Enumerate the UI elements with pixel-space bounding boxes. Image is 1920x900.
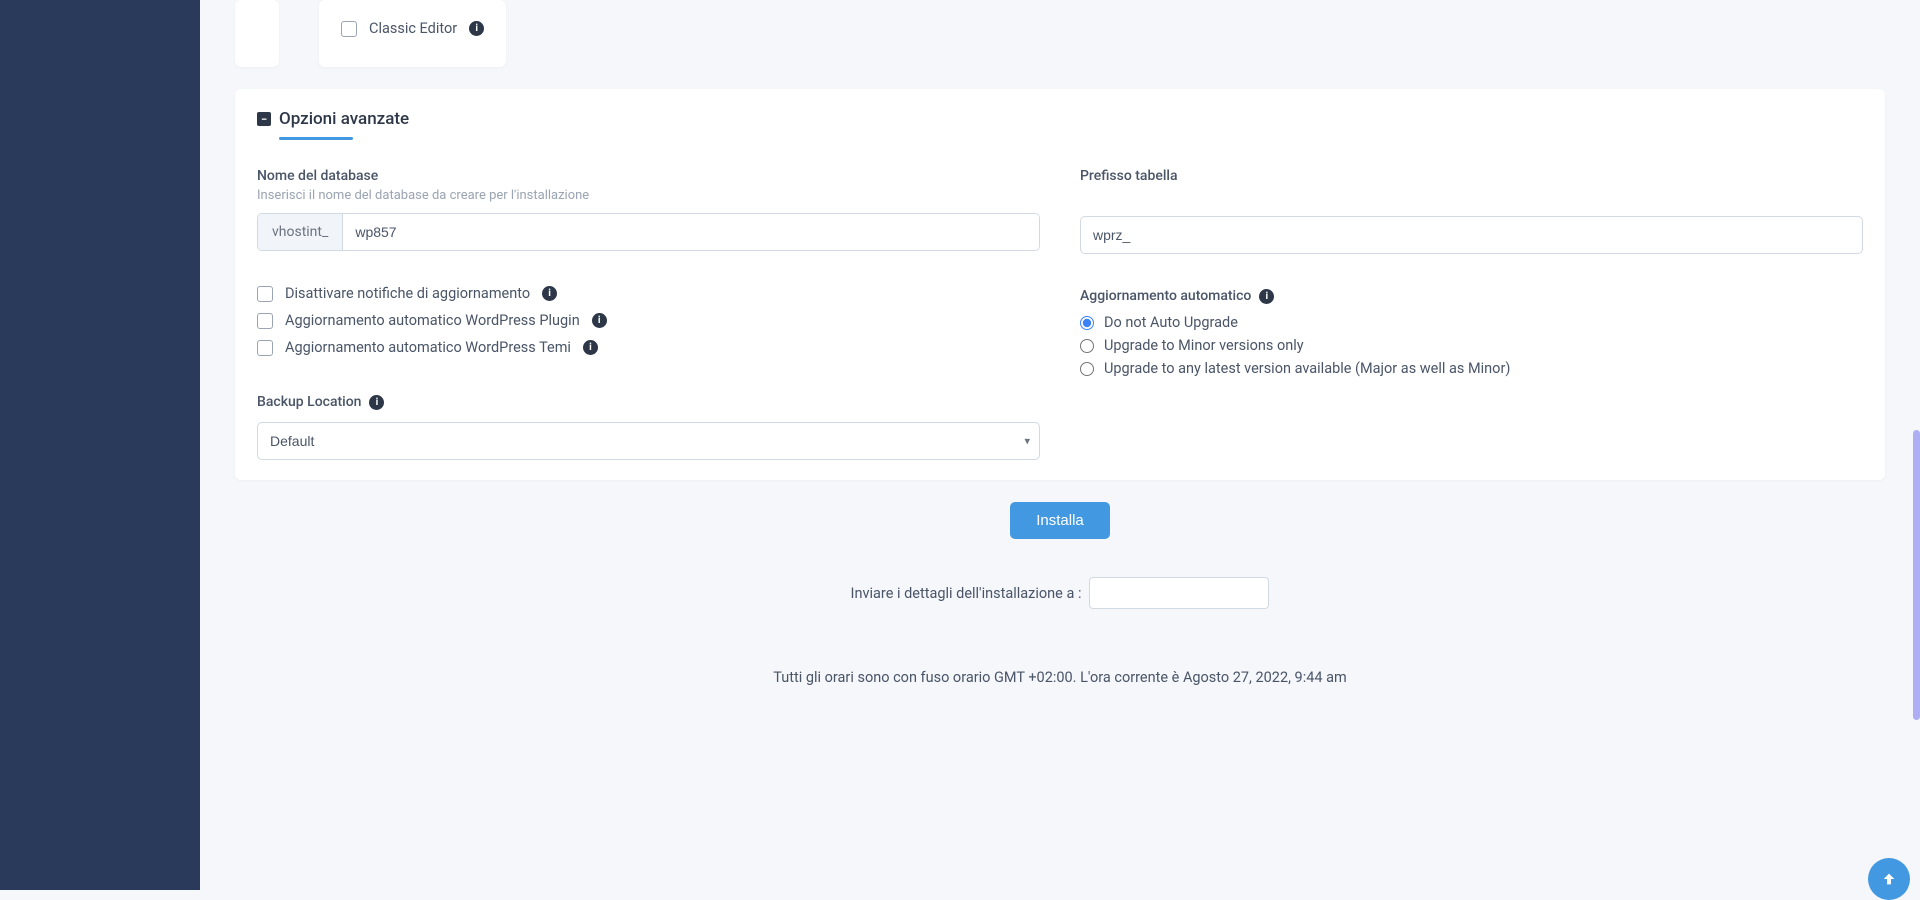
checkbox-disable-updates[interactable] [257, 286, 273, 302]
radio-major-upgrade-label: Upgrade to any latest version available … [1104, 360, 1510, 377]
info-icon[interactable]: i [369, 395, 384, 410]
checkbox-auto-plugin[interactable] [257, 313, 273, 329]
classic-editor-label: Classic Editor [369, 20, 457, 37]
email-details-label: Inviare i dettagli dell'installazione a … [851, 585, 1082, 602]
arrow-up-icon [1881, 871, 1897, 887]
database-name-label: Nome del database [257, 168, 1040, 184]
info-icon[interactable]: i [1259, 289, 1274, 304]
top-card-right: Classic Editor i [319, 0, 506, 67]
checkbox-auto-theme[interactable] [257, 340, 273, 356]
radio-minor-upgrade-label: Upgrade to Minor versions only [1104, 337, 1304, 354]
scroll-to-top-button[interactable] [1868, 858, 1910, 900]
auto-theme-label: Aggiornamento automatico WordPress Temi [285, 339, 571, 356]
checkbox-classic-editor[interactable] [341, 21, 357, 37]
backup-location-select[interactable]: Default [257, 422, 1040, 460]
title-underline [279, 137, 353, 140]
table-prefix-input[interactable] [1080, 216, 1863, 254]
info-icon[interactable]: i [469, 21, 484, 36]
email-details-input[interactable] [1089, 577, 1269, 609]
advanced-options-card: − Opzioni avanzate Nome del database Ins… [235, 89, 1885, 480]
table-prefix-label: Prefisso tabella [1080, 168, 1863, 184]
advanced-options-toggle[interactable]: − Opzioni avanzate [257, 109, 1863, 129]
radio-minor-upgrade[interactable] [1080, 339, 1094, 353]
auto-upgrade-label: Aggiornamento automatico [1080, 288, 1251, 304]
install-button[interactable]: Installa [1010, 502, 1110, 539]
scrollbar-thumb[interactable] [1913, 430, 1920, 720]
info-icon[interactable]: i [592, 313, 607, 328]
auto-plugin-label: Aggiornamento automatico WordPress Plugi… [285, 312, 580, 329]
database-name-group: vhostint_ [257, 213, 1040, 251]
database-name-sub: Inserisci il nome del database da creare… [257, 188, 1040, 203]
backup-location-label: Backup Location [257, 394, 361, 410]
footer-timezone-note: Tutti gli orari sono con fuso orario GMT… [235, 669, 1885, 686]
disable-updates-label: Disattivare notifiche di aggiornamento [285, 285, 530, 302]
top-card-left [235, 0, 279, 67]
radio-no-auto-upgrade-label: Do not Auto Upgrade [1104, 314, 1238, 331]
database-prefix-addon: vhostint_ [258, 214, 343, 250]
database-name-input[interactable] [343, 214, 1039, 250]
radio-no-auto-upgrade[interactable] [1080, 316, 1094, 330]
info-icon[interactable]: i [542, 286, 557, 301]
sidebar-nav [0, 0, 200, 890]
radio-major-upgrade[interactable] [1080, 362, 1094, 376]
collapse-icon: − [257, 112, 271, 126]
advanced-options-title: Opzioni avanzate [279, 109, 409, 129]
info-icon[interactable]: i [583, 340, 598, 355]
